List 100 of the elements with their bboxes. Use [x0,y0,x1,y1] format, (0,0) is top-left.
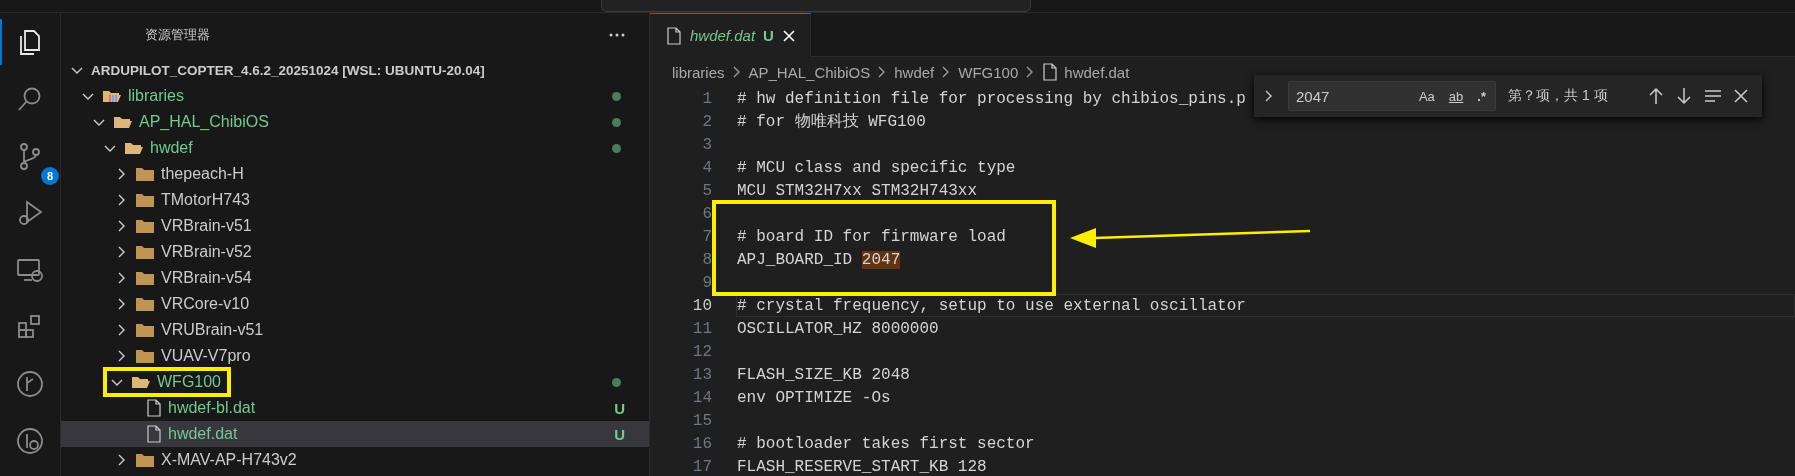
breadcrumb-item[interactable]: WFG100 [958,63,1019,81]
item-label: VRBrain-v52 [161,243,252,261]
folder-icon [135,218,155,234]
folder-icon [135,296,155,312]
breadcrumb-item[interactable]: hwdef [894,63,935,81]
graph-search-icon[interactable] [15,426,45,456]
git-status-dot [612,377,621,387]
item-label: VUAV-V7pro [161,347,251,365]
line-number: 5 [701,181,713,200]
tree-item[interactable]: VRBrain-v51 [61,213,649,239]
close-icon[interactable] [781,28,796,43]
line-number: 13 [691,365,713,384]
code-line: # crystal frequency, setup to use external oscillator [737,296,1246,315]
item-label: VRCore-v10 [161,295,250,313]
folder-icon [102,88,122,104]
folder-icon [135,322,155,338]
code-line: FLASH_SIZE_KB 2048 [737,365,910,384]
code-line: OSCILLATOR_HZ 8000000 [737,319,939,338]
tree-item[interactable]: VRBrain-v52 [61,239,649,265]
code-line: MCU STM32H7xx STM32H743xx [737,181,978,200]
code-line: # hw definition file for processing by chibios_pins.p [737,89,1246,108]
item-label: AP_HAL_ChibiOS [139,113,269,131]
explorer-title: 资源管理器 [145,26,210,44]
close-icon[interactable] [1734,89,1748,103]
breadcrumb-item[interactable]: libraries [672,63,725,81]
line-number: 6 [701,204,713,223]
line-number: 14 [691,388,713,407]
file-icon [146,425,162,443]
folder-icon [135,244,155,260]
tree-item[interactable]: ARDUPILOT_COPTER_4.6.2_20251024 [WSL: UBUNTU-20.04] [61,57,649,83]
line-number: 17 [691,457,713,476]
item-label: X-MAV-AP-H743v2 [161,451,297,469]
option-toggle[interactable]: Aa [1415,86,1438,106]
tree-item[interactable]: hwdef.dat U [61,421,649,447]
tree-item[interactable]: libraries [61,83,649,109]
folder-icon [135,452,155,468]
more-icon[interactable] [609,33,625,37]
item-label: TMotorH743 [161,191,250,209]
tree-item[interactable]: VRBrain-v54 [61,265,649,291]
code-line: env OPTIMIZE -Os [737,388,891,407]
tree-item[interactable]: VUAV-V7pro [61,343,649,369]
line-number: 16 [691,434,713,453]
breadcrumb-item[interactable]: hwdef.dat [1064,63,1130,81]
line-number: 9 [701,273,713,292]
tree-item[interactable]: WFG100 [61,369,649,395]
line-number: 10 [691,296,713,315]
folder-icon [113,114,133,130]
arrow-down-icon[interactable] [1676,87,1692,105]
tree-item[interactable]: VRCore-v10 [61,291,649,317]
item-label: libraries [128,87,184,105]
lines-icon[interactable] [1704,89,1722,103]
code-line: # MCU class and specific type [737,158,1016,177]
file-icon [666,26,682,45]
line-number: 2 [701,112,713,131]
option-toggle[interactable]: ab [1445,86,1467,106]
editor-tab[interactable]: hwdef.dat U [650,13,811,57]
item-label: ARDUPILOT_COPTER_4.6.2_20251024 [WSL: UBUNTU-20.04] [91,62,485,78]
option-toggle[interactable]: .* [1474,86,1489,106]
search-match: 2047 [861,250,901,269]
tree-item[interactable]: TMotorH743 [61,187,649,213]
tree-item[interactable]: AP_HAL_ChibiOS [61,109,649,135]
item-label: VRBrain-v54 [161,269,252,287]
code-line: # for 物唯科技 WFG100 [737,113,926,131]
line-number: 7 [701,227,713,246]
find-field[interactable]: 2047 Aa ab .* [1288,81,1496,111]
line-number: 15 [691,411,713,430]
item-label: hwdef-bl.dat [168,399,256,417]
arrow-up-icon[interactable] [1648,87,1664,105]
item-label: VRBrain-v51 [161,217,252,235]
item-label: VRUBrain-v51 [161,321,264,339]
code-line: # board ID for firmware load [737,227,1006,246]
tree-item[interactable]: X-MAV-AP-H743v2 [61,447,649,473]
git-status: U [614,399,625,417]
tree-item[interactable]: hwdef-bl.dat U [61,395,649,421]
folder-icon [135,348,155,364]
git-status-dot [612,91,621,101]
folder-icon [135,192,155,208]
item-label: hwdef [150,139,193,157]
line-number: 4 [701,158,713,177]
file-icon [1042,63,1059,81]
tree-item[interactable]: thepeach-H [61,161,649,187]
tree-item[interactable]: VRUBrain-v51 [61,317,649,343]
graph-icon[interactable] [15,369,45,399]
active-indicator [0,19,2,65]
count-badge: 8 [41,167,59,185]
folder-icon [135,166,155,182]
line-number: 3 [701,135,713,154]
git-status: U [614,425,625,443]
folder-icon [135,270,155,286]
code-line: # bootloader takes first sector [737,434,1035,453]
git-status-dot [612,143,621,153]
line-number: 1 [701,89,713,108]
line-number: 11 [691,319,713,338]
breadcrumb-item[interactable]: AP_HAL_ChibiOS [748,63,871,81]
item-label: hwdef.dat [168,425,238,443]
match-count: 第？项，共 1 项 [1508,87,1608,105]
tree-item[interactable]: hwdef [61,135,649,161]
code-line: FLASH_RESERVE_START_KB 128 [737,457,987,476]
line-number: 12 [691,342,713,361]
code-line: APJ_BOARD_ID [737,250,854,269]
